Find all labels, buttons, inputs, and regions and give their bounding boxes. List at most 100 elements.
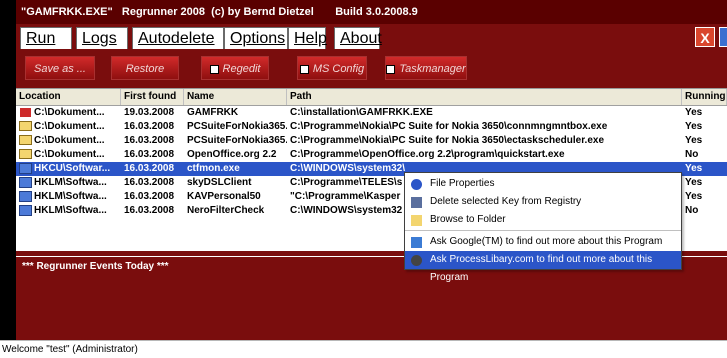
context-menu-item[interactable]: File Properties — [405, 175, 681, 193]
cell-path: C:\Programme\Nokia\PC Suite for Nokia 36… — [287, 120, 682, 134]
table-row[interactable]: C:\Dokument... 16.03.2008 PCSuiteForNokia3… — [16, 134, 727, 148]
cell-name: GAMFRKK — [184, 106, 287, 120]
cell-text: OpenOffice.org 2.2 — [187, 149, 277, 160]
header-name[interactable]: Name — [184, 89, 287, 105]
cell-text: NeroFilterCheck — [187, 205, 265, 216]
folder-icon — [19, 121, 32, 132]
cell-text: KAVPersonal50 — [187, 191, 261, 202]
cell-path: C:\Programme\OpenOffice.org 2.2\program\… — [287, 148, 682, 162]
cell-running: Yes — [682, 106, 727, 120]
cell-location: HKLM\Softwa... — [16, 204, 121, 218]
cell-name: NeroFilterCheck — [184, 204, 287, 218]
registry-icon — [19, 176, 32, 188]
toolbar: Save as ... Restore Regedit MS Config Ta… — [16, 50, 727, 84]
minimize-button[interactable] — [719, 27, 727, 47]
header-first-found[interactable]: First found — [121, 89, 184, 105]
cell-text: GAMFRKK — [187, 107, 239, 118]
cell-text: C:\Programme\Nokia\PC Suite for Nokia 36… — [290, 135, 605, 146]
msconfig-icon — [299, 64, 309, 74]
tab-help[interactable]: Help — [288, 27, 327, 49]
cell-text: Yes — [685, 107, 703, 118]
context-menu-item[interactable]: Delete selected Key from Registry — [405, 193, 681, 211]
folder-icon — [19, 149, 32, 160]
cell-text: ctfmon.exe — [187, 163, 240, 174]
status-bar: Welcome "test" (Administrator) — [0, 340, 727, 357]
cell-path: C:\installation\GAMFRKK.EXE — [287, 106, 682, 120]
cell-text: 19.03.2008 — [124, 107, 175, 118]
cell-text: 16.03.2008 — [124, 177, 175, 188]
cell-name: PCSuiteForNokia365... — [184, 120, 287, 134]
cell-text: HKLM\Softwa... — [34, 177, 107, 188]
cell-text: C:\Dokument... — [34, 149, 105, 160]
header-location[interactable]: Location — [16, 89, 121, 105]
context-menu-item[interactable]: Ask ProcessLibary.com to find out more a… — [405, 251, 681, 283]
header-running[interactable]: Running — [682, 89, 727, 105]
table-header-row: Location First found Name Path Running — [16, 89, 727, 106]
cell-name: OpenOffice.org 2.2 — [184, 148, 287, 162]
taskmanager-button[interactable]: Taskmanager — [385, 56, 467, 80]
app-window: "GAMFRKK.EXE" Regrunner 2008 (c) by Bern… — [16, 0, 727, 340]
table-row[interactable]: C:\Dokument... 19.03.2008 GAMFRKK C:\instal… — [16, 106, 727, 120]
cell-location: C:\Dokument... — [16, 106, 121, 120]
cell-text: C:\Dokument... — [34, 121, 105, 132]
menu-bar: Run Logs Autodelete Options Help About — [16, 24, 727, 50]
cell-text: 16.03.2008 — [124, 205, 175, 216]
cell-text: 16.03.2008 — [124, 163, 175, 174]
table-row[interactable]: C:\Dokument... 16.03.2008 PCSuiteForNokia3… — [16, 120, 727, 134]
cell-location: C:\Dokument... — [16, 120, 121, 134]
cell-text: C:\Programme\OpenOffice.org 2.2\program\… — [290, 149, 565, 160]
close-button[interactable]: X — [695, 27, 715, 47]
cell-first-found: 16.03.2008 — [121, 120, 184, 134]
run-icon — [19, 106, 32, 118]
table-row[interactable]: C:\Dokument... 16.03.2008 OpenOffice.org 2… — [16, 148, 727, 162]
cell-text: skyDSLClient — [187, 177, 252, 188]
cell-running: Yes — [682, 176, 727, 190]
cell-running: Yes — [682, 190, 727, 204]
taskmanager-label: Taskmanager — [399, 63, 466, 75]
cell-name: KAVPersonal50 — [184, 190, 287, 204]
cell-running: Yes — [682, 134, 727, 148]
registry-icon — [19, 190, 32, 202]
tab-run[interactable]: Run — [20, 27, 72, 49]
cell-location: HKLM\Softwa... — [16, 176, 121, 190]
tab-options[interactable]: Options — [224, 27, 288, 49]
cell-text: PCSuiteForNokia365... — [187, 135, 287, 146]
cell-first-found: 16.03.2008 — [121, 162, 184, 176]
cell-running: Yes — [682, 162, 727, 176]
cell-text: C:\Dokument... — [34, 135, 105, 146]
msconfig-label: MS Config — [312, 63, 365, 75]
cell-text: 16.03.2008 — [124, 121, 175, 132]
regedit-button[interactable]: Regedit — [201, 56, 269, 80]
cell-text: C:\WINDOWS\system32\ — [290, 163, 406, 174]
tab-logs[interactable]: Logs — [76, 27, 128, 49]
context-menu-item[interactable]: Ask Google(TM) to find out more about th… — [405, 233, 681, 251]
cell-text: No — [685, 149, 699, 160]
folder-icon — [19, 135, 32, 146]
cell-name: PCSuiteForNokia365... — [184, 134, 287, 148]
left-edge-strip — [0, 0, 16, 340]
tab-autodelete[interactable]: Autodelete — [132, 27, 224, 49]
cell-text: "C:\Programme\Kasper — [290, 191, 401, 202]
registry-icon — [19, 204, 32, 216]
tab-about[interactable]: About — [334, 27, 382, 49]
cell-text: No — [685, 205, 699, 216]
cell-text: C:\Programme\Nokia\PC Suite for Nokia 36… — [290, 121, 608, 132]
context-menu-item[interactable]: Browse to Folder — [405, 211, 681, 229]
cell-location: HKLM\Softwa... — [16, 190, 121, 204]
context-menu-label: Delete selected Key from Registry — [430, 196, 582, 207]
msconfig-button[interactable]: MS Config — [297, 56, 367, 80]
cell-path: C:\Programme\Nokia\PC Suite for Nokia 36… — [287, 134, 682, 148]
info-icon — [411, 179, 422, 190]
regedit-label: Regedit — [222, 63, 261, 75]
cell-text: Yes — [685, 121, 703, 132]
save-as-button[interactable]: Save as ... — [25, 56, 95, 80]
cell-text: HKLM\Softwa... — [34, 205, 107, 216]
cell-text: Yes — [685, 163, 703, 174]
cell-first-found: 16.03.2008 — [121, 204, 184, 218]
cell-location: HKCU\Softwar... — [16, 162, 121, 176]
cell-name: ctfmon.exe — [184, 162, 287, 176]
cell-first-found: 16.03.2008 — [121, 190, 184, 204]
header-path[interactable]: Path — [287, 89, 682, 105]
context-menu-label: File Properties — [430, 178, 495, 189]
restore-button[interactable]: Restore — [111, 56, 179, 80]
